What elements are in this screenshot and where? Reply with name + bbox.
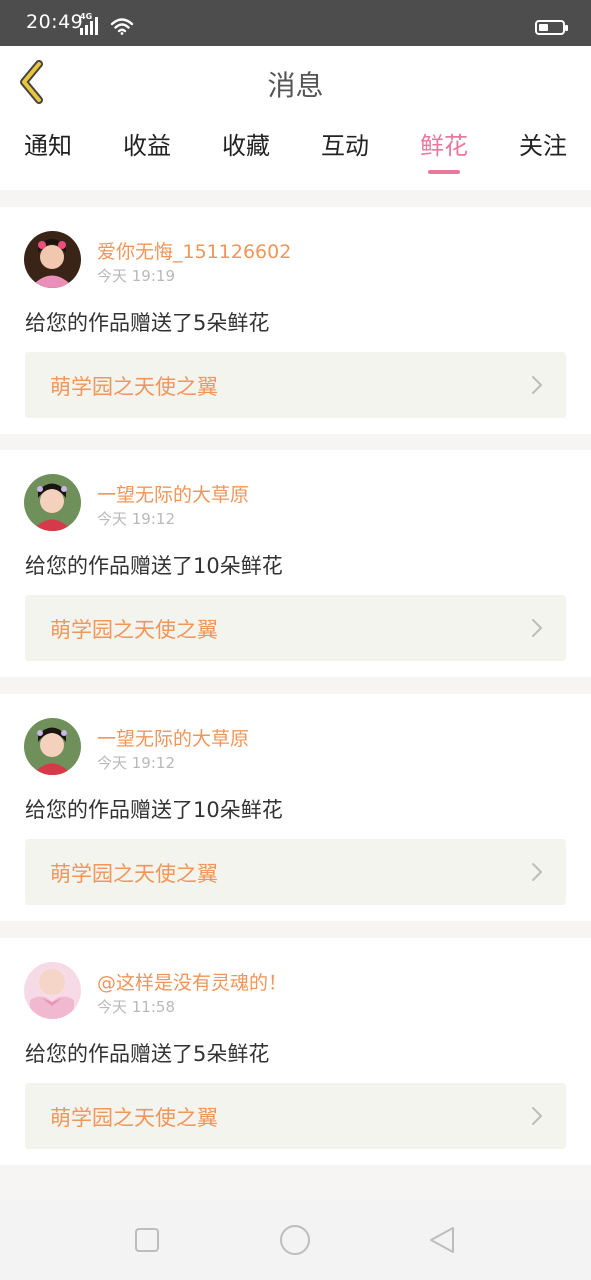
- message-text: 给您的作品赠送了5朵鲜花: [25, 311, 270, 335]
- tab-favorites[interactable]: 收藏: [222, 126, 270, 176]
- tab-label: 通知: [24, 132, 72, 160]
- tab-interactions[interactable]: 互动: [321, 126, 369, 176]
- tab-label: 鲜花: [420, 132, 468, 160]
- message-text: 给您的作品赠送了5朵鲜花: [25, 1042, 270, 1066]
- avatar[interactable]: [24, 474, 81, 531]
- work-link[interactable]: 萌学园之天使之翼: [25, 1083, 566, 1149]
- tab-label: 关注: [519, 132, 567, 160]
- status-bar: 20:49 4G: [0, 0, 591, 46]
- avatar[interactable]: [24, 231, 81, 288]
- message-card: 一望无际的大草原 今天 19:12 给您的作品赠送了10朵鲜花 萌学园之天使之翼: [0, 450, 591, 677]
- message-card: 爱你无悔_151126602 今天 19:19 给您的作品赠送了5朵鲜花 萌学园…: [0, 207, 591, 434]
- tab-label: 互动: [321, 132, 369, 160]
- recent-apps-square-icon[interactable]: [129, 1222, 165, 1258]
- avatar[interactable]: [24, 962, 81, 1019]
- chevron-right-icon: [532, 863, 542, 881]
- tab-label: 收藏: [222, 132, 270, 160]
- tab-earnings[interactable]: 收益: [123, 126, 171, 176]
- tab-flowers[interactable]: 鲜花: [420, 126, 468, 176]
- tab-label: 收益: [123, 132, 171, 160]
- header: 消息: [0, 46, 591, 119]
- status-time: 20:49: [26, 11, 84, 33]
- avatar[interactable]: [24, 718, 81, 775]
- page-title: 消息: [267, 69, 324, 102]
- message-time: 今天 19:12: [97, 510, 175, 528]
- network-type-label: 4G: [80, 12, 93, 21]
- sender-name[interactable]: @这样是没有灵魂的！: [97, 968, 287, 995]
- cellular-signal-icon: 4G: [80, 12, 104, 35]
- sender-name[interactable]: 一望无际的大草原: [97, 480, 249, 507]
- work-title: 萌学园之天使之翼: [50, 375, 218, 399]
- active-tab-indicator: [428, 170, 460, 174]
- home-circle-icon[interactable]: [277, 1222, 313, 1258]
- battery-icon: [535, 20, 568, 35]
- message-time: 今天 11:58: [97, 998, 175, 1016]
- work-link[interactable]: 萌学园之天使之翼: [25, 352, 566, 418]
- sender-name[interactable]: 爱你无悔_151126602: [97, 237, 291, 264]
- work-link[interactable]: 萌学园之天使之翼: [25, 839, 566, 905]
- tab-follows[interactable]: 关注: [519, 126, 567, 176]
- message-card: 一望无际的大草原 今天 19:12 给您的作品赠送了10朵鲜花 萌学园之天使之翼: [0, 694, 591, 921]
- chevron-right-icon: [532, 376, 542, 394]
- work-title: 萌学园之天使之翼: [50, 1106, 218, 1130]
- message-text: 给您的作品赠送了10朵鲜花: [25, 798, 283, 822]
- wifi-icon: [110, 18, 134, 35]
- message-card: @这样是没有灵魂的！ 今天 11:58 给您的作品赠送了5朵鲜花 萌学园之天使之…: [0, 938, 591, 1165]
- sender-name[interactable]: 一望无际的大草原: [97, 724, 249, 751]
- work-link[interactable]: 萌学园之天使之翼: [25, 595, 566, 661]
- back-triangle-icon[interactable]: [425, 1222, 461, 1258]
- message-text: 给您的作品赠送了10朵鲜花: [25, 554, 283, 578]
- tab-bar: 通知 收益 收藏 互动 鲜花 关注: [0, 118, 591, 190]
- message-time: 今天 19:19: [97, 267, 175, 285]
- work-title: 萌学园之天使之翼: [50, 618, 218, 642]
- status-icons: 4G: [80, 12, 134, 35]
- chevron-right-icon: [532, 1107, 542, 1125]
- message-time: 今天 19:12: [97, 754, 175, 772]
- work-title: 萌学园之天使之翼: [50, 862, 218, 886]
- system-nav-bar: [0, 1200, 591, 1280]
- tab-notifications[interactable]: 通知: [24, 126, 72, 176]
- chevron-right-icon: [532, 619, 542, 637]
